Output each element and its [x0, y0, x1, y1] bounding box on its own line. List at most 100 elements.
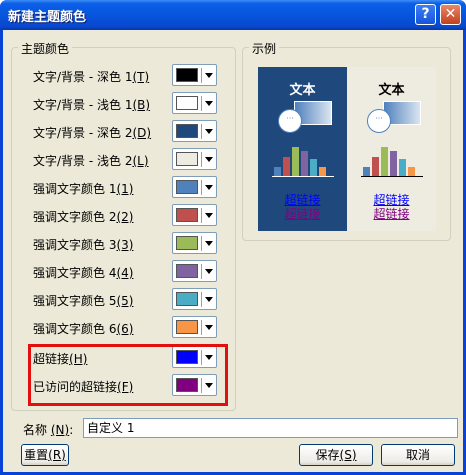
- name-label-key: (N): [50, 423, 70, 437]
- color-picker-dropdown[interactable]: [172, 232, 217, 254]
- name-label: 名称 (N):: [23, 423, 74, 437]
- dropdown-separator: [201, 124, 202, 139]
- color-picker-dropdown[interactable]: [172, 120, 217, 142]
- color-row-label: 强调文字颜色 1(1): [33, 180, 133, 197]
- color-row-label-text: 强调文字颜色 2: [33, 210, 117, 224]
- dropdown-separator: [201, 264, 202, 279]
- color-row-label-text: 强调文字颜色 6: [33, 322, 117, 336]
- color-row-key: (3): [116, 238, 134, 252]
- sample-shape-oval: ···: [367, 109, 391, 133]
- color-picker-dropdown[interactable]: [172, 288, 217, 310]
- help-button[interactable]: ?: [415, 4, 436, 25]
- sample-preview-dark: 文本 ··· 超链接 超链接: [258, 67, 347, 231]
- title-bar[interactable]: 新建主题颜色 ? ✕: [0, 0, 466, 30]
- color-row-key: (6): [116, 322, 134, 336]
- sample-text-light: 文本: [378, 83, 405, 98]
- color-picker-dropdown[interactable]: [172, 176, 217, 198]
- color-swatch: [176, 236, 198, 250]
- color-row-label: 文字/背景 - 浅色 1(B): [33, 96, 150, 113]
- sample-shape-oval: ···: [278, 109, 302, 133]
- color-row-label-text: 文字/背景 - 深色 1: [33, 70, 133, 84]
- color-swatch: [176, 292, 198, 306]
- color-row-key: (1): [116, 182, 134, 196]
- color-row-label-text: 强调文字颜色 3: [33, 238, 117, 252]
- mini-chart-bar: [390, 151, 397, 177]
- color-row-label: 强调文字颜色 2(2): [33, 208, 133, 225]
- dialog-window: 新建主题颜色 ? ✕ 主题颜色 文字/背景 - 深色 1(T) 文字/背景 - 浅…: [0, 0, 466, 475]
- mini-chart-bar: [372, 157, 379, 177]
- color-row-label-text: 强调文字颜色 5: [33, 294, 117, 308]
- color-picker-dropdown[interactable]: [172, 260, 217, 282]
- color-picker-dropdown[interactable]: [172, 148, 217, 170]
- dialog-title: 新建主题颜色: [8, 10, 87, 25]
- color-swatch: [176, 264, 198, 278]
- color-row-label: 文字/背景 - 深色 2(D): [33, 124, 151, 141]
- chevron-down-icon: [205, 185, 213, 190]
- theme-colors-group-title: 主题颜色: [18, 40, 73, 57]
- close-button[interactable]: ✕: [440, 4, 461, 25]
- color-row-label-text: 文字/背景 - 深色 2: [33, 126, 133, 140]
- chevron-down-icon: [205, 157, 213, 162]
- chevron-down-icon: [205, 297, 213, 302]
- color-row-label-text: 文字/背景 - 浅色 1: [33, 98, 133, 112]
- save-button-label: 保存: [315, 448, 340, 462]
- color-row-label-text: 强调文字颜色 4: [33, 266, 117, 280]
- color-row-label: 文字/背景 - 浅色 2(L): [33, 152, 149, 169]
- color-row-key: (B): [132, 98, 151, 112]
- dropdown-separator: [201, 68, 202, 83]
- cancel-button[interactable]: 取消: [381, 444, 455, 466]
- color-swatch: [176, 320, 198, 334]
- chevron-down-icon: [205, 325, 213, 330]
- color-swatch: [176, 68, 198, 82]
- dropdown-separator: [201, 292, 202, 307]
- mini-chart-bar: [283, 157, 290, 177]
- mini-chart-bar: [399, 159, 406, 177]
- dropdown-separator: [201, 236, 202, 251]
- color-row-label: 强调文字颜色 5(5): [33, 292, 133, 309]
- color-picker-dropdown[interactable]: [172, 204, 217, 226]
- color-row-key: (4): [116, 266, 134, 280]
- color-row-key: (T): [132, 70, 150, 84]
- color-row-key: (L): [132, 154, 149, 168]
- color-swatch: [176, 180, 198, 194]
- color-row-label-text: 强调文字颜色 1: [33, 182, 117, 196]
- save-button[interactable]: 保存(S): [299, 444, 373, 466]
- color-picker-dropdown[interactable]: [172, 316, 217, 338]
- color-swatch: [176, 152, 198, 166]
- dropdown-separator: [201, 96, 202, 111]
- chevron-down-icon: [205, 101, 213, 106]
- save-button-key: (S): [339, 448, 357, 462]
- color-picker-dropdown[interactable]: [172, 92, 217, 114]
- mini-chart-axis: [361, 176, 423, 177]
- dialog-body: 主题颜色 文字/背景 - 深色 1(T) 文字/背景 - 浅色 1(B) 文字/背景…: [3, 30, 463, 472]
- dropdown-separator: [201, 180, 202, 195]
- color-row-key: (D): [132, 126, 152, 140]
- reset-button-key: (R): [48, 448, 66, 462]
- color-picker-dropdown[interactable]: [172, 64, 217, 86]
- annotation-highlight-box: [28, 344, 228, 406]
- sample-visited-link-dark: 超链接: [284, 207, 321, 221]
- name-input[interactable]: 自定义 1: [83, 418, 458, 438]
- reset-button[interactable]: 重置(R): [21, 444, 69, 466]
- sample-mini-chart: [361, 143, 423, 177]
- mini-chart-bar: [310, 159, 317, 177]
- color-swatch: [176, 96, 198, 110]
- chevron-down-icon: [205, 269, 213, 274]
- mini-chart-bar: [381, 147, 388, 177]
- sample-preview-light: 文本 ··· 超链接 超链接: [347, 67, 436, 231]
- color-row-label: 强调文字颜色 6(6): [33, 320, 133, 337]
- color-row-label: 强调文字颜色 4(4): [33, 264, 133, 281]
- chevron-down-icon: [205, 73, 213, 78]
- name-label-text: 名称: [23, 423, 48, 437]
- sample-text-dark: 文本: [289, 83, 316, 98]
- color-row-key: (2): [116, 210, 134, 224]
- color-row-label-text: 文字/背景 - 浅色 2: [33, 154, 133, 168]
- mini-chart-axis: [272, 176, 334, 177]
- color-swatch: [176, 208, 198, 222]
- mini-chart-bar: [292, 147, 299, 177]
- color-row-label: 文字/背景 - 深色 1(T): [33, 68, 149, 85]
- sample-group-title: 示例: [249, 40, 280, 57]
- color-swatch: [176, 124, 198, 138]
- dropdown-separator: [201, 320, 202, 335]
- dropdown-separator: [201, 152, 202, 167]
